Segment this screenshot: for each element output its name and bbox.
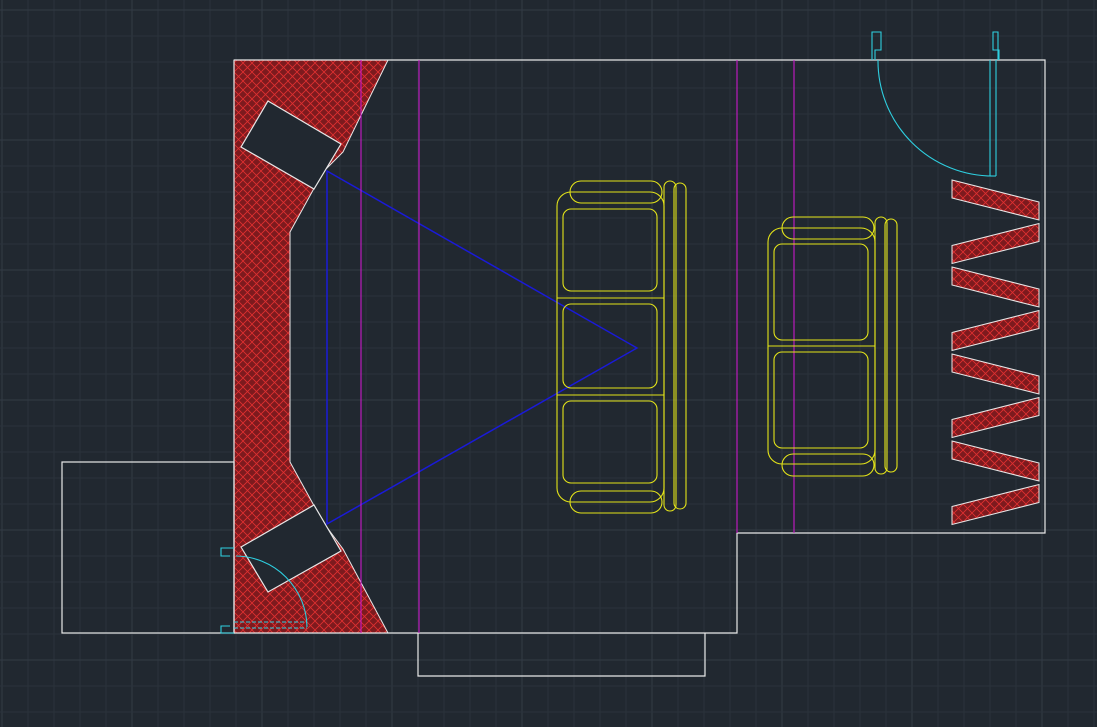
floorplan-drawing[interactable]	[0, 0, 1097, 727]
cad-drawing-canvas[interactable]	[0, 0, 1097, 727]
